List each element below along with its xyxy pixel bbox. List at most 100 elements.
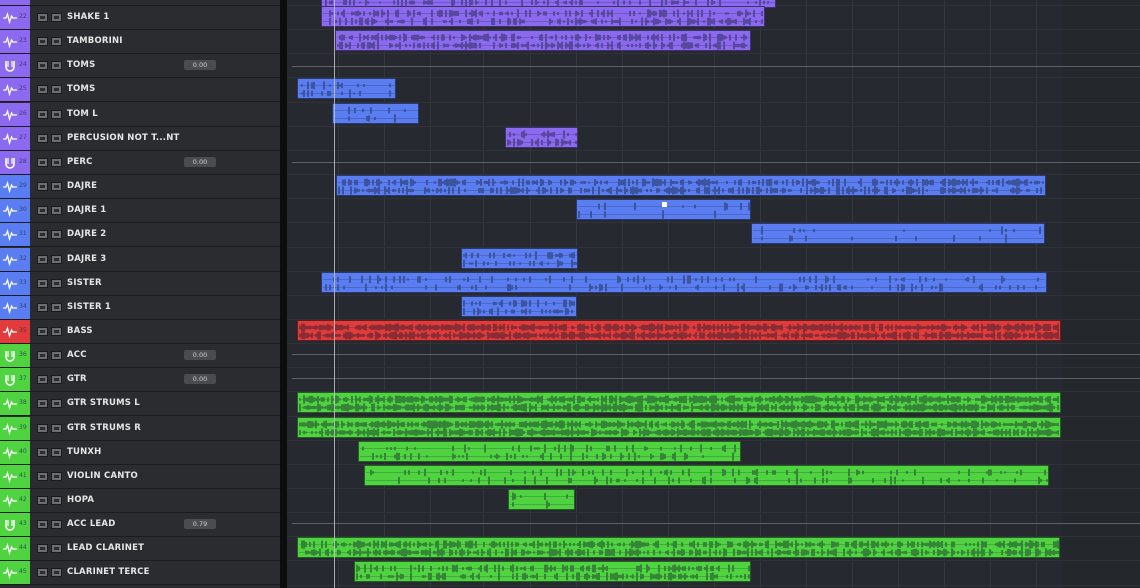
track-row[interactable]: 43 ACC LEAD 0.79 <box>0 513 280 538</box>
solo-button[interactable] <box>51 399 62 409</box>
track-name[interactable]: GTR STRUMS L <box>67 398 140 408</box>
mute-button[interactable] <box>37 133 48 143</box>
track-volume-field[interactable]: 0.00 <box>184 156 216 167</box>
mute-button[interactable] <box>37 496 48 505</box>
audio-clip[interactable] <box>751 223 1045 245</box>
clip-fade-handle[interactable] <box>661 202 667 208</box>
solo-button[interactable] <box>51 496 62 505</box>
mute-button[interactable] <box>37 326 48 336</box>
audio-clip[interactable] <box>297 78 396 100</box>
solo-button[interactable] <box>51 85 62 95</box>
track-name[interactable]: DAJRE 2 <box>67 229 106 239</box>
track-row[interactable]: 28 PERC 0.00 <box>0 150 280 175</box>
track-name[interactable]: VIOLIN CANTO <box>67 471 138 481</box>
mute-button[interactable] <box>37 351 48 361</box>
audio-clip[interactable] <box>297 537 1060 559</box>
track-name[interactable]: TOM L <box>67 109 98 119</box>
audio-clip[interactable] <box>297 416 1061 438</box>
mute-button[interactable] <box>37 37 48 47</box>
audio-clip[interactable] <box>576 199 751 221</box>
track-row[interactable]: 45 CLARINET TERCE <box>0 561 280 586</box>
mute-button[interactable] <box>37 520 48 530</box>
solo-button[interactable] <box>51 520 62 530</box>
track-row[interactable]: 33 SISTER <box>0 271 280 296</box>
solo-button[interactable] <box>51 182 62 192</box>
audio-clip[interactable] <box>461 247 578 269</box>
track-volume-field[interactable]: 0.00 <box>184 350 216 361</box>
track-row[interactable]: 35 BASS <box>0 319 280 344</box>
audio-clip[interactable] <box>354 561 751 583</box>
mute-button[interactable] <box>37 206 48 216</box>
solo-button[interactable] <box>51 109 62 119</box>
solo-button[interactable] <box>51 254 62 264</box>
audio-clip[interactable] <box>297 319 1061 341</box>
mute-button[interactable] <box>37 399 48 409</box>
solo-button[interactable] <box>51 61 62 71</box>
track-row[interactable]: 30 DAJRE 1 <box>0 199 280 224</box>
audio-clip[interactable] <box>321 6 765 27</box>
track-row[interactable]: 31 DAJRE 2 <box>0 223 280 248</box>
track-volume-field[interactable]: 0.79 <box>184 519 216 530</box>
solo-button[interactable] <box>51 206 62 216</box>
track-name[interactable]: LEAD CLARINET <box>67 543 144 553</box>
track-row[interactable]: 36 ACC 0.00 <box>0 344 280 369</box>
mute-button[interactable] <box>37 182 48 192</box>
solo-button[interactable] <box>51 157 62 167</box>
solo-button[interactable] <box>51 375 62 385</box>
solo-button[interactable] <box>51 447 62 457</box>
audio-clip[interactable] <box>297 392 1061 414</box>
track-name[interactable]: TOMS <box>67 60 95 70</box>
solo-button[interactable] <box>51 133 62 143</box>
mute-button[interactable] <box>37 61 48 71</box>
solo-button[interactable] <box>51 423 62 433</box>
track-row[interactable]: 39 GTR STRUMS R <box>0 416 280 441</box>
track-volume-field[interactable]: 0.00 <box>184 374 216 385</box>
track-name[interactable]: GTR <box>67 374 87 384</box>
track-name[interactable]: SISTER 1 <box>67 302 111 312</box>
track-row[interactable]: 37 GTR 0.00 <box>0 368 280 393</box>
solo-button[interactable] <box>51 471 62 481</box>
mute-button[interactable] <box>37 109 48 119</box>
track-row[interactable]: 27 PERCUSION NOT T...NT <box>0 126 280 151</box>
track-row[interactable]: 25 TOMS <box>0 78 280 103</box>
track-row[interactable]: 41 VIOLIN CANTO <box>0 464 280 489</box>
mute-button[interactable] <box>37 85 48 95</box>
mute-button[interactable] <box>37 544 48 554</box>
audio-clip[interactable] <box>364 464 1049 486</box>
track-row[interactable]: 26 TOM L <box>0 102 280 127</box>
track-row[interactable]: 23 TAMBORINI <box>0 30 280 55</box>
track-name[interactable]: HOPA <box>67 495 94 505</box>
solo-button[interactable] <box>51 302 62 312</box>
solo-button[interactable] <box>51 326 62 336</box>
track-name[interactable]: GTR STRUMS R <box>67 423 141 433</box>
audio-clip[interactable] <box>505 126 578 148</box>
audio-clip[interactable] <box>336 175 1046 197</box>
track-name[interactable]: DAJRE 1 <box>67 205 106 215</box>
track-row[interactable]: 29 DAJRE <box>0 175 280 200</box>
mute-button[interactable] <box>37 278 48 288</box>
mute-button[interactable] <box>37 302 48 312</box>
track-name[interactable]: BASS <box>67 326 93 336</box>
audio-clip[interactable] <box>508 489 575 510</box>
audio-clip[interactable] <box>321 271 1047 293</box>
mute-button[interactable] <box>37 230 48 240</box>
track-name[interactable]: DAJRE 3 <box>67 254 106 264</box>
track-name[interactable]: PERC <box>67 157 93 167</box>
track-name[interactable]: ACC <box>67 350 87 360</box>
mute-button[interactable] <box>37 423 48 433</box>
track-row[interactable]: 32 DAJRE 3 <box>0 247 280 272</box>
audio-clip[interactable] <box>332 102 419 124</box>
solo-button[interactable] <box>51 230 62 240</box>
mute-button[interactable] <box>37 157 48 167</box>
track-row[interactable]: 42 HOPA <box>0 489 280 513</box>
solo-button[interactable] <box>51 13 62 22</box>
playhead-cursor[interactable] <box>334 0 335 588</box>
track-row[interactable]: 40 TUNXH <box>0 440 280 465</box>
track-name[interactable]: SISTER <box>67 278 102 288</box>
track-row[interactable]: 34 SISTER 1 <box>0 295 280 320</box>
track-name[interactable]: TOMS <box>67 84 95 94</box>
solo-button[interactable] <box>51 351 62 361</box>
track-volume-field[interactable]: 0.00 <box>184 60 216 71</box>
track-name[interactable]: TUNXH <box>67 447 101 457</box>
mute-button[interactable] <box>37 13 48 22</box>
